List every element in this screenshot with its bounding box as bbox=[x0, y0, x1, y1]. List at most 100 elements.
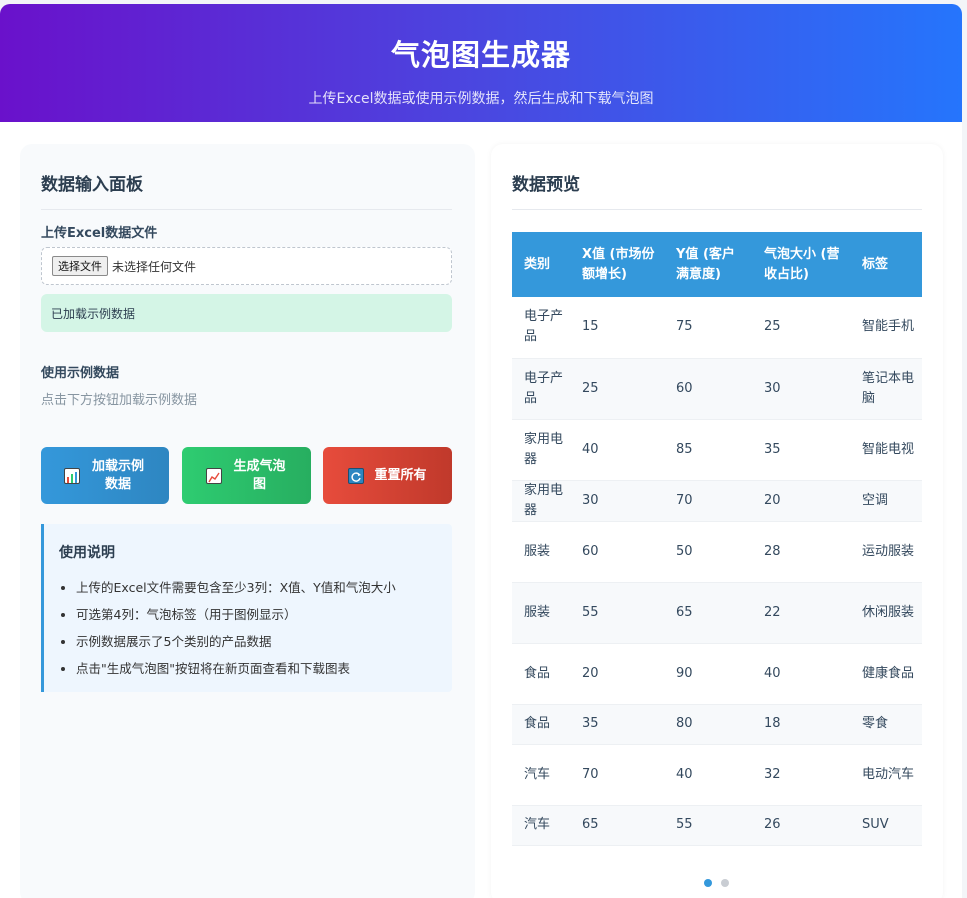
instruction-item: 示例数据展示了5个类别的产品数据 bbox=[76, 628, 452, 655]
instruction-item: 可选第4列：气泡标签（用于图例显示） bbox=[76, 601, 452, 628]
table-cell: 服装 bbox=[512, 521, 570, 583]
table-cell: 70 bbox=[664, 480, 752, 522]
table-cell: 40 bbox=[752, 643, 850, 705]
table-cell: 25 bbox=[570, 358, 664, 420]
reset-all-button[interactable]: 重置所有 bbox=[323, 447, 452, 504]
table-cell: 28 bbox=[752, 521, 850, 583]
instructions-title: 使用说明 bbox=[59, 545, 115, 561]
table-cell: 家用电器 bbox=[512, 480, 570, 522]
table-cell: 15 bbox=[570, 297, 664, 359]
column-header: 气泡大小 (营收占比) bbox=[764, 246, 840, 282]
data-input-panel: 数据输入面板 上传Excel数据文件 选择文件 未选择任何文件 已加载示例数据 … bbox=[20, 144, 475, 898]
table-cell: 26 bbox=[752, 805, 850, 846]
table-cell: 90 bbox=[664, 643, 752, 705]
pagination-dots bbox=[704, 879, 729, 887]
preview-panel-title: 数据预览 bbox=[512, 170, 922, 210]
app-window: 气泡图生成器 上传Excel数据或使用示例数据，然后生成和下载气泡图 数据输入面… bbox=[0, 4, 962, 898]
table-row: 家用电器 40 85 35 智能电视 bbox=[512, 419, 922, 481]
table-cell: 55 bbox=[570, 582, 664, 644]
data-preview-panel: 数据预览 类别 X值 (市场份额增长) Y值 (客户满意度) 气泡大小 (营收占… bbox=[491, 144, 943, 898]
table-body: 电子产品 15 75 25 智能手机 电子产品 25 60 30 笔记本电脑 家用电器 40 85 35 智… bbox=[512, 297, 922, 846]
table-cell: 电子产品 bbox=[512, 358, 570, 420]
data-preview-table: 类别 X值 (市场份额增长) Y值 (客户满意度) 气泡大小 (营收占比) 标签… bbox=[512, 232, 922, 846]
refresh-icon bbox=[348, 467, 365, 484]
line-chart-icon bbox=[205, 467, 222, 484]
table-cell: 电子产品 bbox=[512, 297, 570, 359]
table-cell: 60 bbox=[570, 521, 664, 583]
column-header: X值 (市场份额增长) bbox=[582, 246, 655, 282]
load-sample-button[interactable]: 加载示例数据 bbox=[41, 447, 169, 504]
load-sample-label: 加载示例数据 bbox=[91, 458, 144, 492]
pagination-dot-1[interactable] bbox=[704, 879, 712, 887]
table-row: 服装 60 50 28 运动服装 bbox=[512, 521, 922, 583]
table-row: 电子产品 25 60 30 笔记本电脑 bbox=[512, 358, 922, 420]
table-row: 食品 35 80 18 零食 bbox=[512, 704, 922, 745]
table-cell: 50 bbox=[664, 521, 752, 583]
generate-chart-button[interactable]: 生成气泡图 bbox=[182, 447, 311, 504]
table-cell: SUV bbox=[850, 805, 922, 846]
table-cell: 35 bbox=[752, 419, 850, 481]
generate-chart-label: 生成气泡图 bbox=[233, 458, 286, 492]
table-cell: 笔记本电脑 bbox=[850, 358, 922, 420]
pagination-dot-2[interactable] bbox=[721, 879, 729, 887]
table-row: 家用电器 30 70 20 空调 bbox=[512, 480, 922, 522]
page-subtitle: 上传Excel数据或使用示例数据，然后生成和下载气泡图 bbox=[308, 91, 654, 107]
table-row: 服装 55 65 22 休闲服装 bbox=[512, 582, 922, 644]
table-cell: 家用电器 bbox=[512, 419, 570, 481]
load-status-message: 已加载示例数据 bbox=[41, 294, 452, 332]
table-cell: 汽车 bbox=[512, 805, 570, 846]
table-row: 食品 20 90 40 健康食品 bbox=[512, 643, 922, 705]
table-cell: 22 bbox=[752, 582, 850, 644]
table-cell: 65 bbox=[570, 805, 664, 846]
choose-file-button[interactable]: 选择文件 bbox=[52, 256, 108, 276]
sample-data-hint: 点击下方按钮加载示例数据 bbox=[41, 393, 198, 408]
instruction-item: 点击"生成气泡图"按钮将在新页面查看和下载图表 bbox=[76, 655, 452, 682]
table-cell: 零食 bbox=[850, 704, 922, 745]
reset-all-label: 重置所有 bbox=[374, 467, 427, 483]
table-cell: 70 bbox=[570, 744, 664, 806]
table-cell: 75 bbox=[664, 297, 752, 359]
instructions-box: 使用说明 上传的Excel文件需要包含至少3列：X值、Y值和气泡大小 可选第4列… bbox=[41, 524, 452, 692]
table-cell: 服装 bbox=[512, 582, 570, 644]
column-header: 类别 bbox=[524, 256, 551, 272]
table-cell: 智能手机 bbox=[850, 297, 922, 359]
table-cell: 65 bbox=[664, 582, 752, 644]
table-row: 汽车 70 40 32 电动汽车 bbox=[512, 744, 922, 806]
table-cell: 55 bbox=[664, 805, 752, 846]
page-title: 气泡图生成器 bbox=[390, 38, 571, 72]
table-cell: 食品 bbox=[512, 643, 570, 705]
table-cell: 空调 bbox=[850, 480, 922, 522]
table-cell: 健康食品 bbox=[850, 643, 922, 705]
file-status-text: 未选择任何文件 bbox=[112, 259, 197, 274]
input-panel-title: 数据输入面板 bbox=[41, 170, 452, 210]
table-header-row: 类别 X值 (市场份额增长) Y值 (客户满意度) 气泡大小 (营收占比) 标签 bbox=[512, 232, 922, 297]
table-cell: 汽车 bbox=[512, 744, 570, 806]
table-cell: 80 bbox=[664, 704, 752, 745]
table-cell: 40 bbox=[664, 744, 752, 806]
table-cell: 智能电视 bbox=[850, 419, 922, 481]
file-upload-box[interactable]: 选择文件 未选择任何文件 bbox=[41, 247, 452, 285]
table-cell: 30 bbox=[752, 358, 850, 420]
instruction-item: 上传的Excel文件需要包含至少3列：X值、Y值和气泡大小 bbox=[76, 574, 452, 601]
table-cell: 40 bbox=[570, 419, 664, 481]
instructions-list: 上传的Excel文件需要包含至少3列：X值、Y值和气泡大小 可选第4列：气泡标签… bbox=[59, 574, 452, 682]
column-header: 标签 bbox=[862, 256, 889, 272]
table-row: 电子产品 15 75 25 智能手机 bbox=[512, 297, 922, 359]
table-cell: 25 bbox=[752, 297, 850, 359]
table-cell: 32 bbox=[752, 744, 850, 806]
table-cell: 20 bbox=[752, 480, 850, 522]
table-cell: 85 bbox=[664, 419, 752, 481]
table-cell: 60 bbox=[664, 358, 752, 420]
column-header: Y值 (客户满意度) bbox=[676, 246, 735, 282]
table-cell: 休闲服装 bbox=[850, 582, 922, 644]
table-cell: 食品 bbox=[512, 704, 570, 745]
table-cell: 20 bbox=[570, 643, 664, 705]
table-row: 汽车 65 55 26 SUV bbox=[512, 805, 922, 846]
table-cell: 18 bbox=[752, 704, 850, 745]
table-cell: 30 bbox=[570, 480, 664, 522]
upload-label: 上传Excel数据文件 bbox=[41, 226, 158, 241]
table-cell: 电动汽车 bbox=[850, 744, 922, 806]
table-cell: 35 bbox=[570, 704, 664, 745]
bar-chart-icon bbox=[64, 467, 80, 484]
page-header: 气泡图生成器 上传Excel数据或使用示例数据，然后生成和下载气泡图 bbox=[0, 4, 962, 122]
